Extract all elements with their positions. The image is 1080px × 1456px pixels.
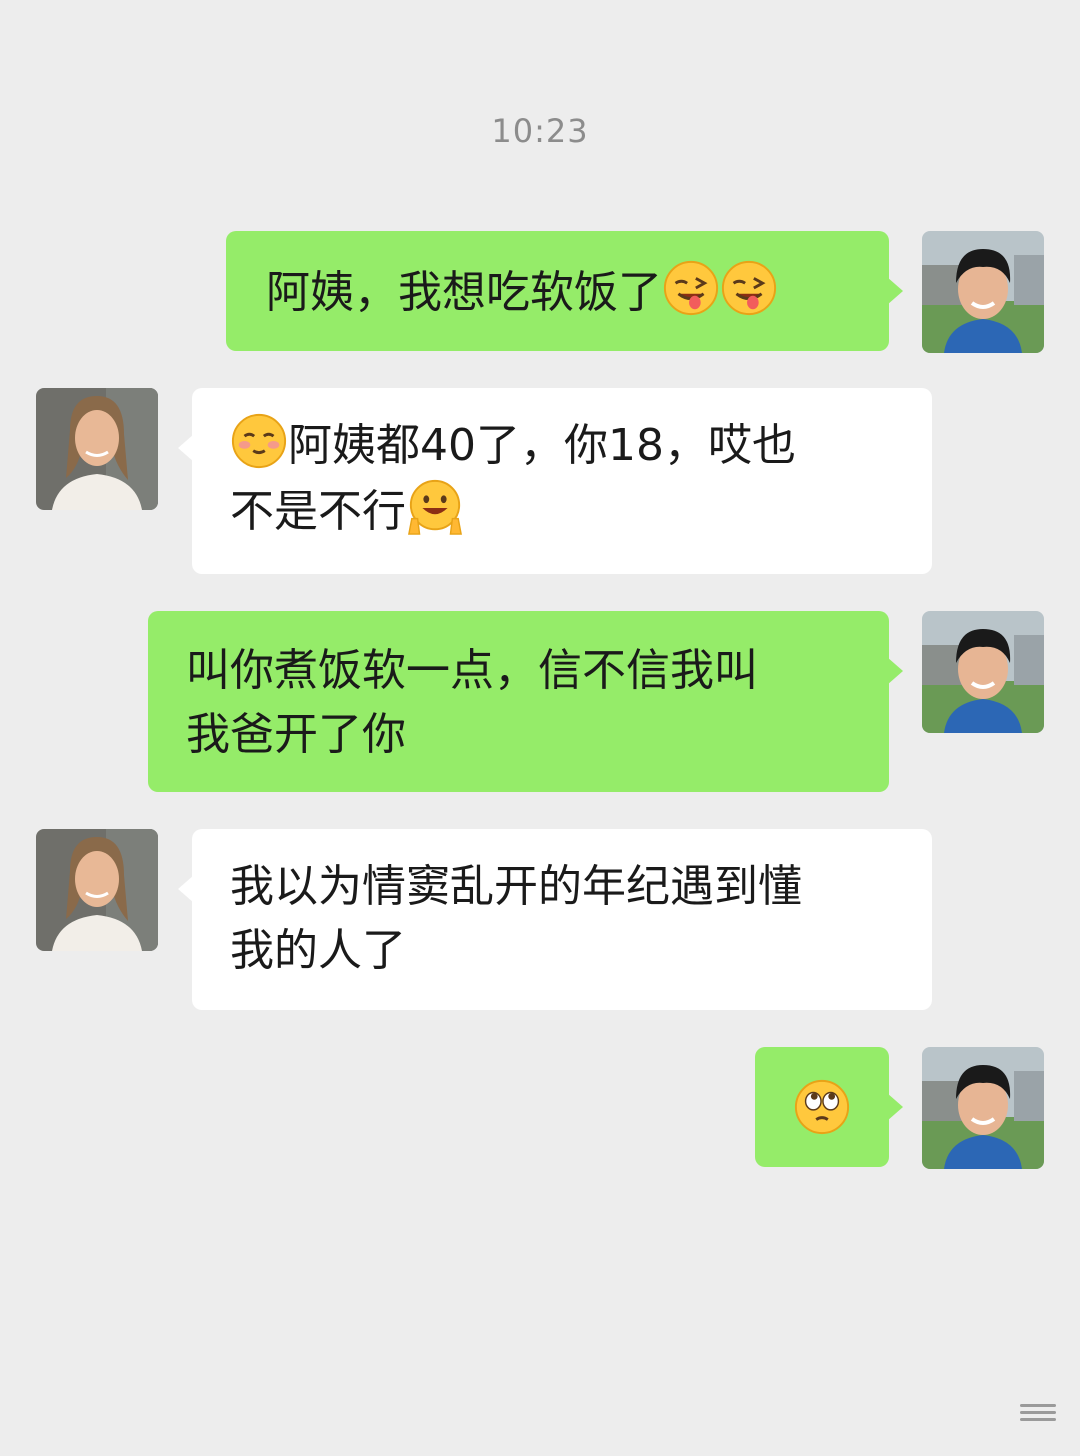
message-text: 阿姨，我想吃软饭了 — [266, 267, 662, 318]
chat-timestamp: 10:23 — [491, 112, 589, 150]
woman-avatar[interactable] — [36, 388, 158, 510]
wink-tongue-emoji-icon — [663, 260, 719, 316]
message-text-line2: 不是不行 — [230, 486, 406, 537]
message-bubble-received[interactable]: 阿姨都40了，你18，哎也 不是不行 — [178, 388, 932, 574]
message-text-line1: 阿姨都40了，你18，哎也 — [288, 420, 796, 471]
message-bubble-received[interactable]: 我以为情窦乱开的年纪遇到懂 我的人了 — [178, 829, 932, 1010]
rolling-eyes-emoji-icon — [794, 1079, 850, 1135]
woman-avatar[interactable] — [36, 829, 158, 951]
message-bubble-sent[interactable]: 阿姨，我想吃软饭了 — [226, 231, 903, 351]
message-text-line2: 我的人了 — [230, 925, 406, 976]
message-bubble-sent[interactable] — [755, 1047, 903, 1167]
boy-avatar[interactable] — [922, 611, 1044, 733]
message-bubble-sent[interactable]: 叫你煮饭软一点，信不信我叫 我爸开了你 — [148, 611, 903, 792]
scrollbar-handle[interactable] — [1020, 1404, 1056, 1434]
message-text-line1: 我以为情窦乱开的年纪遇到懂 — [230, 861, 802, 912]
message-text-line2: 我爸开了你 — [186, 709, 406, 760]
peace-sign-grin-emoji-icon — [408, 479, 462, 535]
wink-tongue-emoji-icon — [721, 260, 777, 316]
boy-avatar[interactable] — [922, 1047, 1044, 1169]
message-text-line1: 叫你煮饭软一点，信不信我叫 — [186, 645, 758, 696]
blush-emoji-icon — [231, 413, 287, 469]
boy-avatar[interactable] — [922, 231, 1044, 353]
